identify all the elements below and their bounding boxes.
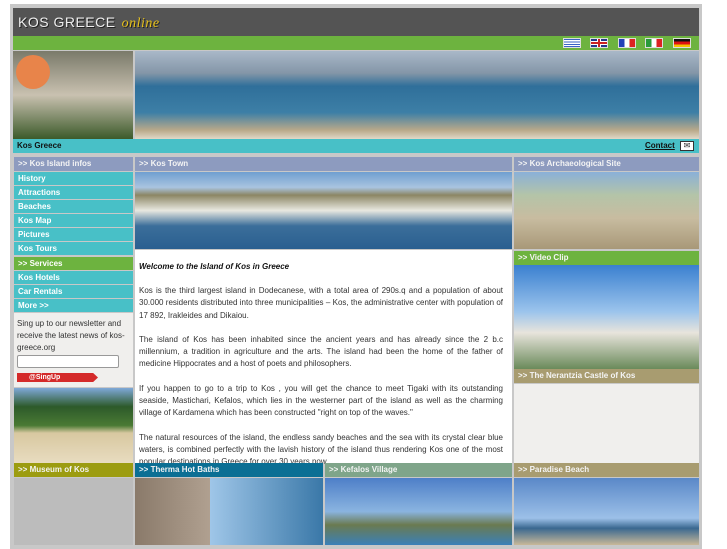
uk-flag-icon[interactable] bbox=[590, 38, 608, 48]
services-header: >> Services bbox=[14, 257, 133, 270]
title-bar bbox=[13, 139, 699, 153]
nav-attractions[interactable]: Attractions bbox=[14, 186, 133, 199]
sidebar-header: >> Kos Island infos bbox=[14, 157, 133, 171]
therma-hot-baths-image[interactable] bbox=[135, 478, 323, 545]
video-clip-header[interactable]: >> Video Clip bbox=[514, 251, 699, 265]
kos-town-header-image bbox=[13, 51, 133, 139]
beach-header-image bbox=[135, 51, 699, 139]
kos-town-image[interactable] bbox=[135, 172, 512, 249]
nav-beaches[interactable]: Beaches bbox=[14, 200, 133, 213]
nav-kos-hotels[interactable]: Kos Hotels bbox=[14, 271, 133, 284]
italian-flag-icon[interactable] bbox=[645, 38, 663, 48]
beach-bar-image bbox=[14, 388, 133, 463]
nav-history[interactable]: History bbox=[14, 172, 133, 185]
nav-pictures[interactable]: Pictures bbox=[14, 228, 133, 241]
museum-placeholder bbox=[14, 478, 133, 545]
museum-of-kos-header[interactable]: >> Museum of Kos bbox=[14, 463, 133, 477]
paragraph: The island of Kos has been inhabited sin… bbox=[139, 334, 503, 369]
site-name: Kos Greece bbox=[17, 141, 62, 150]
nav-kos-map[interactable]: Kos Map bbox=[14, 214, 133, 227]
contact-link[interactable]: Contact bbox=[645, 141, 675, 150]
welcome-heading: Welcome to the Island of Kos in Greece bbox=[139, 262, 290, 271]
nerantzia-castle-header[interactable]: >> The Nerantzia Castle of Kos bbox=[514, 369, 699, 383]
german-flag-icon[interactable] bbox=[673, 38, 691, 48]
kefalos-village-header[interactable]: >> Kefalos Village bbox=[325, 463, 512, 477]
newsletter-email-input[interactable] bbox=[17, 355, 119, 368]
kefalos-village-image[interactable] bbox=[325, 478, 512, 545]
newsletter-text: Sing up to our newsletter and receive th… bbox=[17, 319, 125, 352]
therma-hot-baths-header[interactable]: >> Therma Hot Baths bbox=[135, 463, 323, 477]
kos-town-header[interactable]: >> Kos Town bbox=[135, 157, 512, 171]
intro-text: Kos is the third largest island in Dodec… bbox=[139, 285, 503, 481]
nav-kos-tours[interactable]: Kos Tours bbox=[14, 242, 133, 255]
logo-sub: online bbox=[121, 16, 160, 31]
paradise-beach-header[interactable]: >> Paradise Beach bbox=[514, 463, 699, 477]
greek-flag-icon[interactable] bbox=[563, 38, 581, 48]
logo-main: KOS GREECE bbox=[18, 14, 116, 30]
archaeological-site-header[interactable]: >> Kos Archaeological Site bbox=[514, 157, 699, 171]
coin-logo-icon bbox=[16, 55, 50, 89]
paradise-beach-image[interactable] bbox=[514, 478, 699, 545]
right-blank bbox=[514, 384, 699, 463]
paragraph: Kos is the third largest island in Dodec… bbox=[139, 286, 503, 320]
paragraph: If you happen to go to a trip to Kos , y… bbox=[139, 383, 503, 418]
video-clip-image[interactable] bbox=[514, 265, 699, 369]
archaeological-site-image[interactable] bbox=[514, 172, 699, 249]
envelope-icon[interactable]: ✉ bbox=[680, 141, 694, 151]
nav-more[interactable]: More >> bbox=[14, 299, 133, 312]
nav-car-rentals[interactable]: Car Rentals bbox=[14, 285, 133, 298]
signup-button[interactable]: @SingUp bbox=[17, 373, 98, 382]
french-flag-icon[interactable] bbox=[618, 38, 636, 48]
site-logo[interactable]: KOS GREECE online bbox=[18, 14, 160, 32]
